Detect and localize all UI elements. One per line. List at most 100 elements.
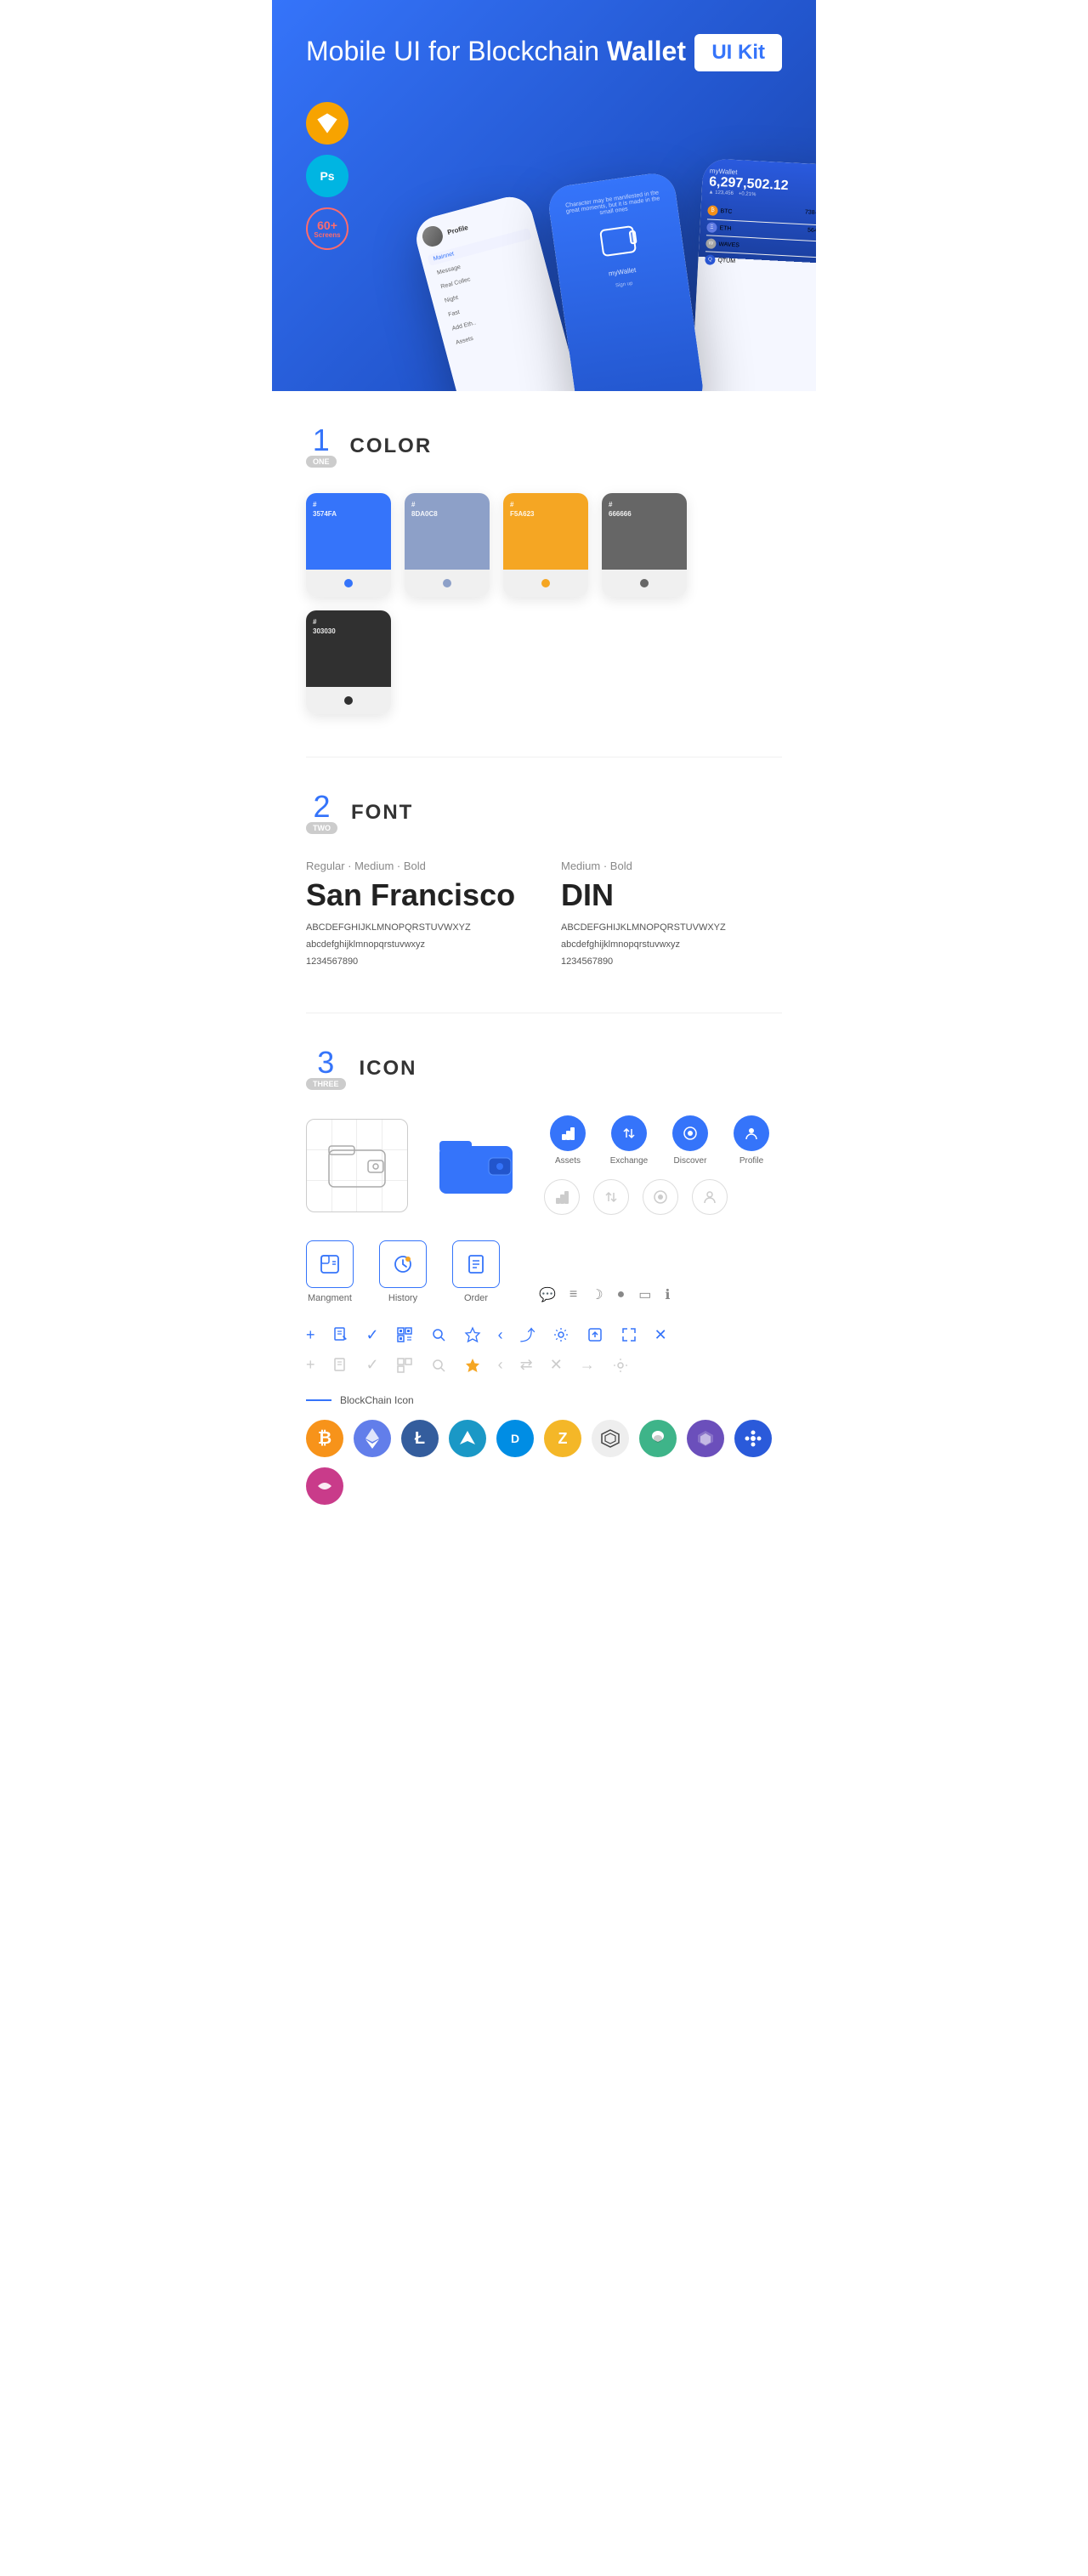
check-icon: ✓ <box>366 1326 379 1344</box>
doc-edit-icon <box>332 1326 349 1343</box>
font-left-name: San Francisco <box>306 877 527 913</box>
nav-icons-gray <box>544 1179 775 1215</box>
x-icon-gray: ✕ <box>550 1356 563 1374</box>
profile-label: Profile <box>740 1156 763 1166</box>
chat-icon: 💬 <box>539 1286 556 1303</box>
wallet-icon-row: Assets Exchange Discover <box>306 1115 782 1215</box>
history-icon <box>379 1240 427 1288</box>
search-icon-gray <box>430 1357 447 1374</box>
main-content: 1 ONE COLOR #3574FA #8DA0C8 <box>272 391 816 1581</box>
font-grid: Regular · Medium · Bold San Francisco AB… <box>306 860 782 970</box>
misc-icons: 💬 ≡ ☽ ● ▭ ℹ <box>539 1286 670 1303</box>
swatch-blue: #3574FA <box>306 493 391 597</box>
icon-number: 3 THREE <box>306 1047 346 1090</box>
utility-icons-colored: + ✓ ‹ ⤴ ✕ <box>306 1324 782 1346</box>
hero-badges: Ps 60+ Screens <box>306 102 348 250</box>
misc-icons-row1: 💬 ≡ ☽ ● ▭ ℹ <box>539 1286 670 1303</box>
polkadot-icon <box>734 1420 772 1457</box>
order-icon-item: Order <box>452 1240 500 1303</box>
font-number: 2 TWO <box>306 792 337 834</box>
star-icon <box>464 1326 481 1343</box>
phones-container: Profile Mainnet Message Real Collec Nigh… <box>434 162 816 391</box>
order-icon <box>452 1240 500 1288</box>
info-icon: ℹ <box>665 1286 670 1303</box>
exchange-label: Exchange <box>610 1156 648 1166</box>
color-number: 1 ONE <box>306 425 337 468</box>
crypto-icons-row: ₿ Ł D Z <box>306 1420 782 1505</box>
font-left: Regular · Medium · Bold San Francisco AB… <box>306 860 527 970</box>
steem-icon <box>639 1420 677 1457</box>
share-icon: ⤴ <box>520 1324 536 1346</box>
font-left-style: Regular · Medium · Bold <box>306 860 527 872</box>
font-left-uppercase: ABCDEFGHIJKLMNOPQRSTUVWXYZ <box>306 920 527 937</box>
history-label: History <box>388 1293 417 1303</box>
zcash-icon: Z <box>544 1420 581 1457</box>
chevron-left-icon-gray: ‹ <box>498 1356 503 1374</box>
phone-center: Character may be manifested in the great… <box>547 171 706 391</box>
order-label: Order <box>464 1293 488 1303</box>
exchange-icon-item: Exchange <box>605 1115 653 1166</box>
grid-icon <box>592 1420 629 1457</box>
assets-icon-gray <box>544 1179 580 1215</box>
assets-icon-item: Assets <box>544 1115 592 1166</box>
assets-label: Assets <box>555 1156 581 1166</box>
litecoin-icon: Ł <box>401 1420 439 1457</box>
font-right-style: Medium · Bold <box>561 860 782 872</box>
management-icon <box>306 1240 354 1288</box>
app-icons-row: Mangment History <box>306 1240 782 1303</box>
blockchain-label-text: BlockChain Icon <box>340 1394 414 1406</box>
layers-icon: ≡ <box>570 1287 577 1302</box>
profile-icon-gray <box>692 1179 728 1215</box>
close-icon: ✕ <box>654 1326 667 1344</box>
nav-icons-group: Assets Exchange Discover <box>544 1115 775 1215</box>
wallet-wireframe <box>306 1119 408 1212</box>
color-section-header: 1 ONE COLOR <box>306 425 782 468</box>
ethereum-icon <box>354 1420 391 1457</box>
blockchain-line <box>306 1399 332 1401</box>
icon-section-header: 3 THREE ICON <box>306 1047 782 1090</box>
arrow-right-icon-gray: → <box>580 1356 595 1374</box>
ps-badge: Ps <box>306 155 348 197</box>
management-label: Mangment <box>308 1293 352 1303</box>
qr-icon-gray <box>396 1357 413 1374</box>
phone-right: myWallet 6,297,502.12 ▲ 123,456 +0.21% ₿… <box>691 158 816 391</box>
circle-icon: ● <box>617 1287 626 1302</box>
profile-icon-item: Profile <box>728 1115 775 1166</box>
management-icon-item: Mangment <box>306 1240 354 1303</box>
plus-icon: + <box>306 1326 315 1344</box>
search-icon <box>430 1326 447 1343</box>
screens-badge: 60+ Screens <box>306 207 348 250</box>
font-section-header: 2 TWO FONT <box>306 792 782 834</box>
check-icon-gray: ✓ <box>366 1356 379 1374</box>
swatch-gray: #666666 <box>602 493 687 597</box>
moon-icon: ☽ <box>591 1286 603 1303</box>
wings-icon <box>449 1420 486 1457</box>
font-right-uppercase: ABCDEFGHIJKLMNOPQRSTUVWXYZ <box>561 920 782 937</box>
unknown-icon <box>306 1467 343 1505</box>
upload-icon <box>586 1326 604 1343</box>
font-title: FONT <box>351 801 413 825</box>
discover-icon-gray <box>643 1179 678 1215</box>
font-right-name: DIN <box>561 877 782 913</box>
augur-icon <box>687 1420 724 1457</box>
exchange-icon-gray <box>593 1179 629 1215</box>
plus-icon-gray: + <box>306 1356 315 1374</box>
qr-icon <box>396 1326 413 1343</box>
chevron-left-icon: ‹ <box>498 1326 503 1344</box>
font-right-lowercase: abcdefghijklmnopqrstuvwxyz <box>561 937 782 954</box>
star-icon-active <box>464 1357 481 1374</box>
settings-icon <box>552 1326 570 1343</box>
history-icon-item: History <box>379 1240 427 1303</box>
icon-section: 3 THREE ICON <box>306 1047 782 1505</box>
font-left-lowercase: abcdefghijklmnopqrstuvwxyz <box>306 937 527 954</box>
font-left-numbers: 1234567890 <box>306 954 527 971</box>
swatch-orange: #F5A623 <box>503 493 588 597</box>
utility-icons-gray: + ✓ ‹ ⇄ ✕ → <box>306 1356 782 1374</box>
doc-edit-icon-gray <box>332 1357 349 1374</box>
font-right: Medium · Bold DIN ABCDEFGHIJKLMNOPQRSTUV… <box>561 860 782 970</box>
discover-icon-item: Discover <box>666 1115 714 1166</box>
font-section: 2 TWO FONT Regular · Medium · Bold San F… <box>306 792 782 970</box>
color-swatches: #3574FA #8DA0C8 #F5A623 <box>306 493 782 714</box>
ui-kit-badge: UI Kit <box>694 34 782 71</box>
swatch-dark: #303030 <box>306 610 391 714</box>
